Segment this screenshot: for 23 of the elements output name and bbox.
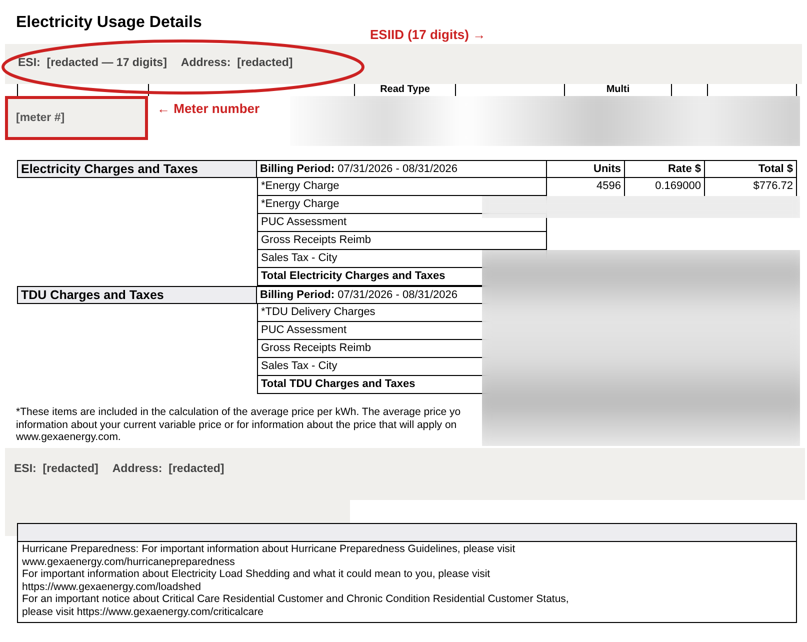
column-header: Total $ — [705, 160, 797, 178]
billing-period: Billing Period: 07/31/2026 - 08/31/2026 — [257, 160, 547, 178]
meter-number: [meter #] — [16, 112, 65, 124]
message-line: www.gexaenergy.com/hurricanepreparedness — [22, 556, 236, 568]
esi-text: ESI: [redacted] — [14, 462, 98, 477]
section-title: TDU Charges and Taxes — [17, 286, 257, 304]
column-header: Multi — [606, 84, 630, 96]
column-header: Units — [547, 160, 625, 178]
annotation-label: ESIID (17 digits) → — [370, 26, 486, 44]
column-header: Read Type — [380, 84, 430, 96]
message-line: Hurricane Preparedness: For important information about Hurricane Preparedness Guidelines, please visit — [22, 543, 516, 556]
message-line: please visit https://www.gexaenergy.com/criticalcare — [22, 606, 264, 618]
address-text: Address: [redacted] — [112, 462, 224, 477]
footnote-text: *These items are included in the calculation of the average price per kWh. The average price yo information about your current variable price or for information about the price that will apply on www.gexaenergy.com. — [16, 406, 462, 444]
column-header: Rate $ — [625, 160, 705, 178]
esi-text: ESI: [redacted — 17 digits] — [18, 56, 167, 72]
message-line: https://www.gexaenergy.com/loadshed — [22, 580, 202, 593]
address-text: Address: [redacted] — [180, 56, 293, 72]
section-title: Electricity Charges and Taxes — [17, 160, 257, 178]
page-title: Electricity Usage Details — [16, 13, 203, 33]
message-line: For an important notice about Critical Care Residential Customer and Chronic Condition Residential Customer Status, — [22, 593, 570, 606]
message-line: For important information about Electricity Load Shedding and what it could mean to you, please visit — [22, 568, 492, 580]
annotation-label: ← Meter number — [157, 100, 260, 118]
